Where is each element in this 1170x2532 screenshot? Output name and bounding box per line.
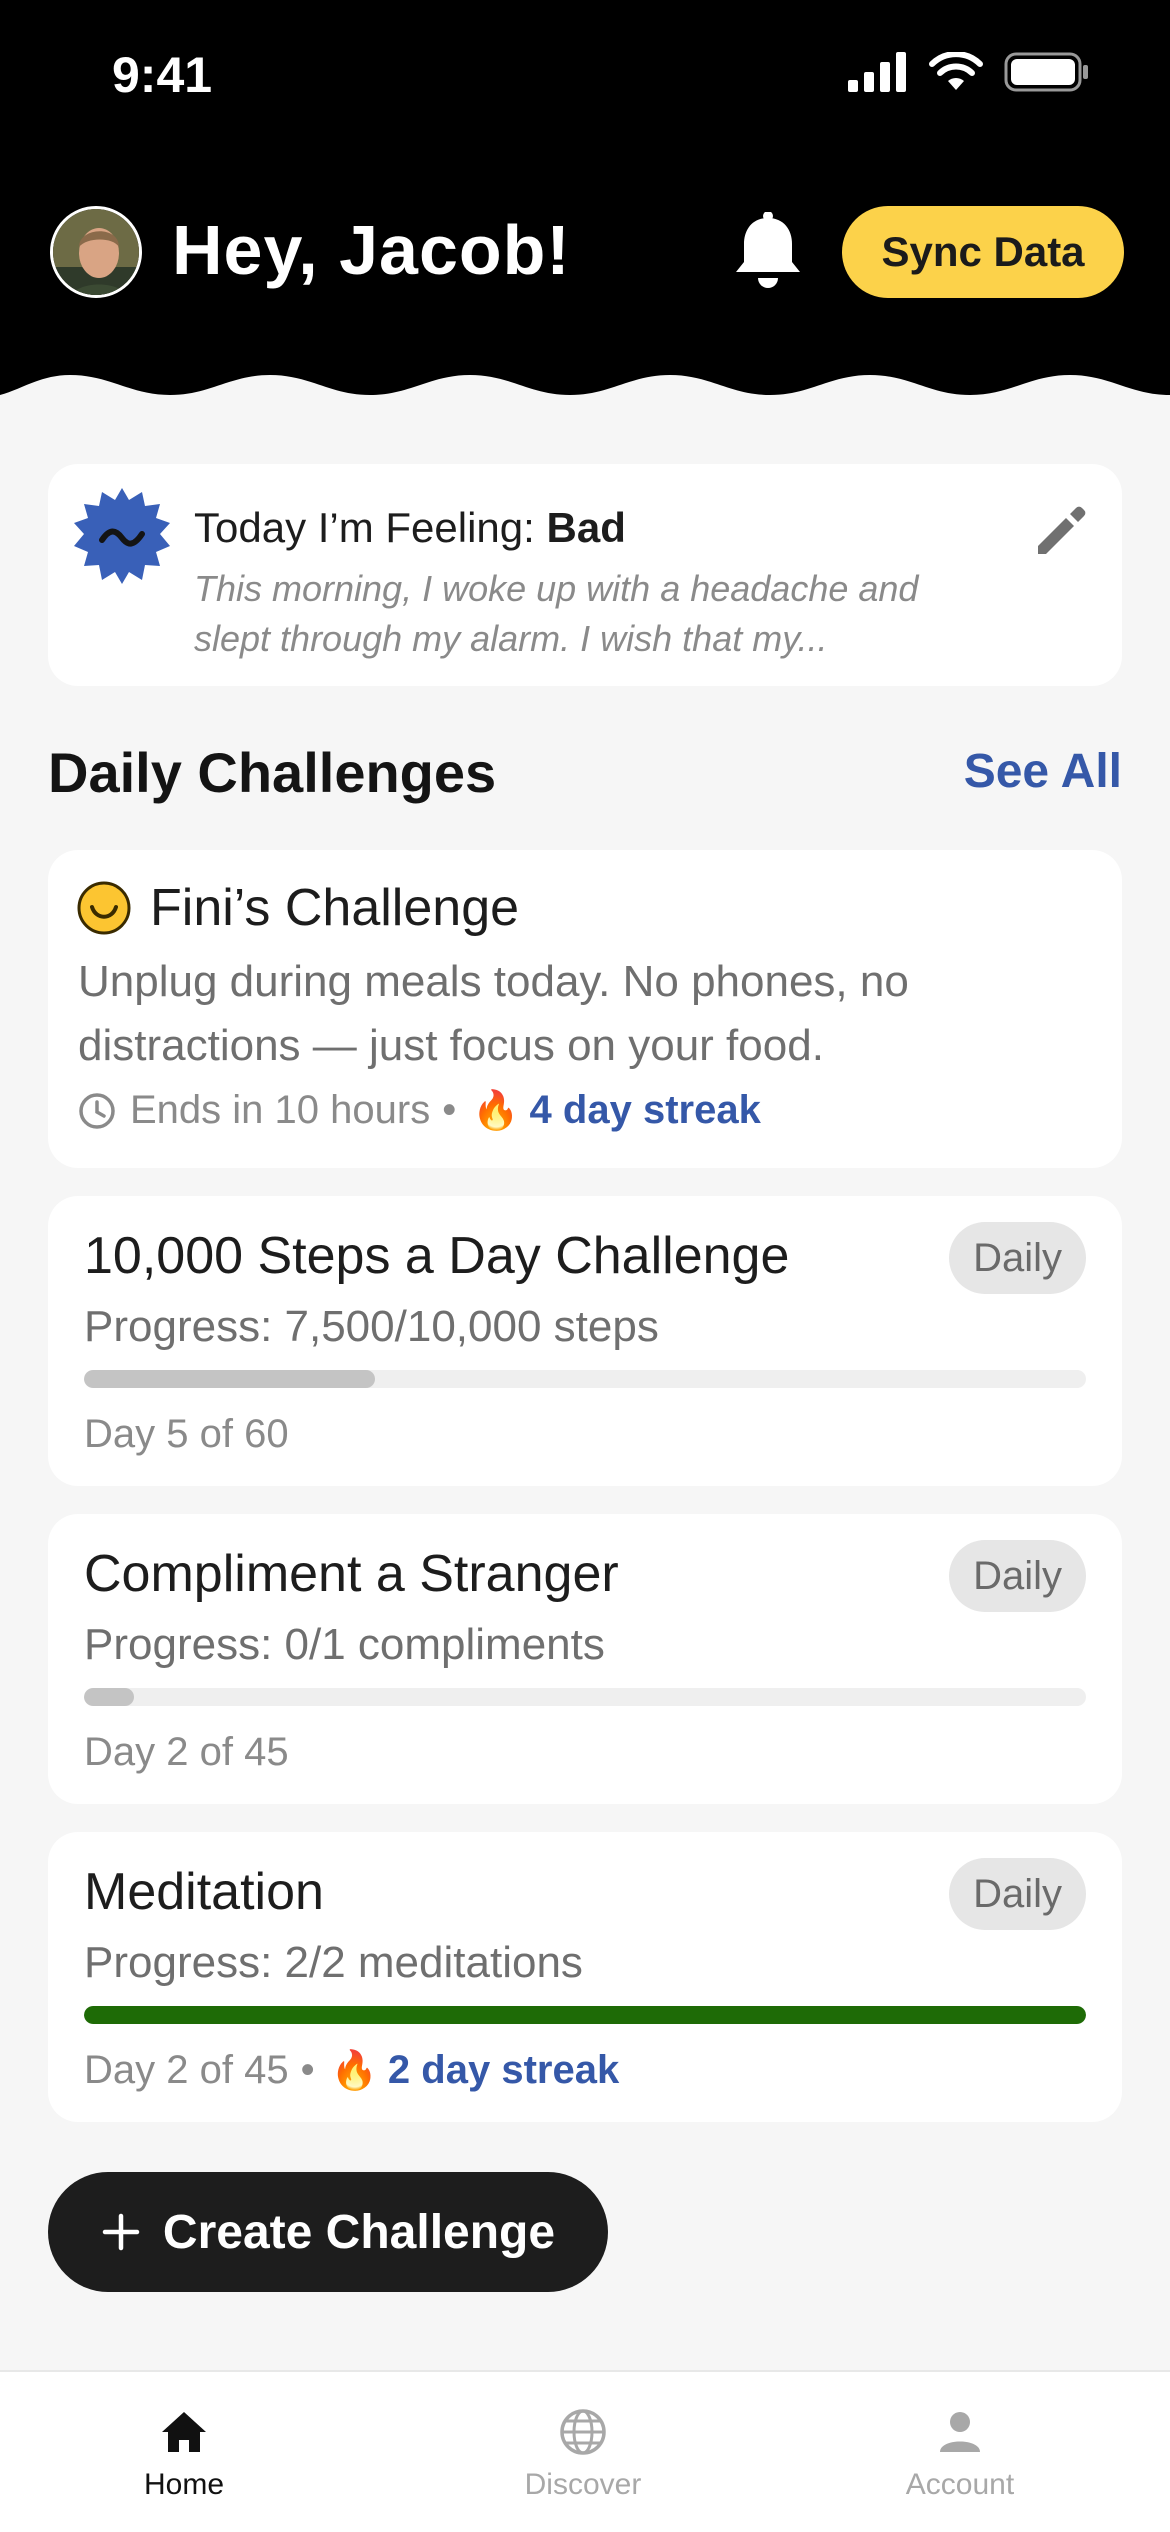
progress-bar-fill [84, 2006, 1086, 2024]
tab-home[interactable]: Home [74, 2406, 294, 2502]
notification-bell-icon[interactable] [730, 212, 806, 292]
battery-icon [1004, 52, 1088, 92]
challenge-card-steps[interactable]: 10,000 Steps a Day Challenge Daily Progr… [48, 1196, 1122, 1486]
challenge-day-text: Day 2 of 45 [84, 1730, 289, 1775]
tab-label: Account [905, 2468, 1015, 2501]
status-time: 9:41 [112, 47, 213, 103]
create-challenge-button[interactable]: Create Challenge [48, 2172, 608, 2292]
challenge-card-meditation[interactable]: Meditation Daily Progress: 2/2 meditatio… [48, 1832, 1122, 2122]
feeling-prefix: Today I’m Feeling: [194, 504, 547, 551]
progress-bar [84, 1688, 1086, 1706]
challenge-progress-text: Progress: 2/2 meditations [84, 1938, 583, 1987]
fini-challenge-card[interactable]: Fini’s Challenge Unplug during meals tod… [48, 850, 1122, 1168]
challenge-day-text: Day 5 of 60 [84, 1412, 289, 1457]
separator-dot: • [300, 2048, 315, 2092]
frequency-badge: Daily [949, 1222, 1086, 1294]
plus-icon [102, 2213, 140, 2251]
app-header: 9:41 Hey, Jacob! Sync Data [0, 0, 1170, 420]
status-icons [848, 52, 1090, 92]
fini-challenge-meta: Ends in 10 hours • 🔥 4 day streak [78, 1088, 761, 1133]
challenge-progress-text: Progress: 7,500/10,000 steps [84, 1302, 659, 1351]
fini-ends-text: Ends in 10 hours [130, 1088, 431, 1132]
feeling-mood: Bad [546, 504, 626, 551]
cellular-signal-icon [848, 52, 906, 92]
greeting-title: Hey, Jacob! [172, 211, 571, 289]
tab-label: Home [143, 2468, 225, 2501]
globe-icon [560, 2409, 606, 2455]
challenge-progress-text: Progress: 0/1 compliments [84, 1620, 605, 1669]
tab-label: Discover [524, 2468, 642, 2501]
mood-bad-badge-icon [74, 488, 170, 584]
progress-bar-fill [84, 1688, 135, 1706]
flame-icon: 🔥 [330, 2049, 378, 2092]
day-count: Day 5 of 60 [84, 1412, 289, 1456]
challenge-title: Meditation [84, 1863, 324, 1921]
fini-challenge-description: Unplug during meals today. No phones, no… [78, 957, 909, 1070]
tab-discover[interactable]: Discover [473, 2406, 693, 2502]
streak-text: 2 day streak [387, 2048, 620, 2092]
fini-streak-text: 4 day streak [529, 1088, 761, 1132]
user-avatar[interactable] [50, 206, 142, 298]
daily-challenges-heading: Daily Challenges [48, 741, 497, 804]
fini-challenge-title: Fini’s Challenge [150, 879, 520, 937]
bottom-tab-bar: Home Discover Account [0, 2370, 1170, 2532]
home-icon [162, 2412, 206, 2452]
clock-icon [79, 1092, 115, 1129]
feeling-note: This morning, I woke up with a headache … [194, 568, 919, 659]
smiley-face-icon [77, 881, 131, 935]
sync-data-button[interactable]: Sync Data [842, 206, 1124, 298]
day-count: Day 2 of 45 [84, 2048, 289, 2092]
frequency-badge: Daily [949, 1858, 1086, 1930]
separator-dot: • [442, 1088, 457, 1132]
flame-icon: 🔥 [472, 1089, 520, 1132]
mood-journal-card[interactable]: Today I’m Feeling: Bad This morning, I w… [48, 464, 1122, 686]
challenge-day-text: Day 2 of 45 • 🔥 2 day streak [84, 2048, 619, 2093]
progress-bar [84, 2006, 1086, 2024]
challenge-card-compliment[interactable]: Compliment a Stranger Daily Progress: 0/… [48, 1514, 1122, 1804]
feeling-label: Today I’m Feeling: Bad [194, 504, 626, 552]
create-challenge-label: Create Challenge [162, 2205, 556, 2259]
see-all-link[interactable]: See All [964, 744, 1122, 799]
edit-pencil-icon[interactable] [1030, 502, 1090, 562]
frequency-badge: Daily [949, 1540, 1086, 1612]
challenge-title: Compliment a Stranger [84, 1545, 619, 1603]
progress-bar-fill [84, 1370, 375, 1388]
tab-account[interactable]: Account [850, 2406, 1070, 2502]
person-icon [940, 2412, 980, 2452]
wifi-icon [929, 52, 983, 90]
day-count: Day 2 of 45 [84, 1730, 289, 1774]
challenge-title: 10,000 Steps a Day Challenge [84, 1227, 790, 1285]
progress-bar [84, 1370, 1086, 1388]
